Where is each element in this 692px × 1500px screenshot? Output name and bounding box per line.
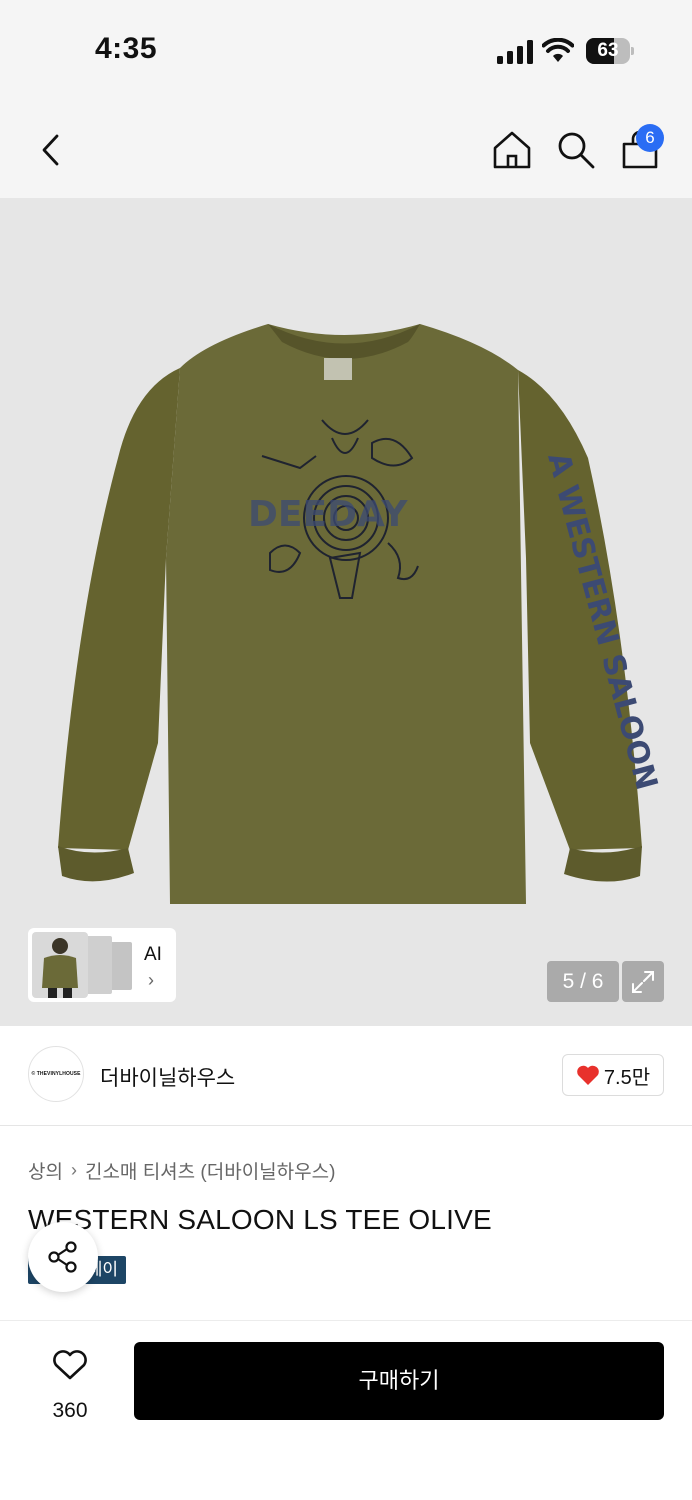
chest-print-text: DEEDAY — [248, 494, 408, 535]
breadcrumb: 상의 › 긴소매 티셔츠 (더바이닐하우스) — [28, 1157, 335, 1184]
battery-icon: 63 — [586, 38, 634, 64]
fullscreen-button[interactable] — [622, 961, 664, 1002]
status-bar: 4:35 63 — [0, 0, 692, 100]
search-icon[interactable] — [556, 130, 596, 170]
share-icon — [48, 1241, 77, 1273]
bottom-action-bar: 360 구매하기 — [0, 1320, 692, 1500]
chevron-right-icon: › — [148, 970, 154, 990]
status-time: 4:35 — [95, 32, 158, 65]
top-nav-bar — [0, 100, 692, 198]
battery-level: 63 — [597, 40, 619, 61]
back-button[interactable] — [30, 128, 70, 172]
ai-styling-thumbnail[interactable]: AI › — [28, 928, 176, 1002]
wishlist-button[interactable]: 360 — [30, 1345, 110, 1425]
thumbnail-1 — [32, 932, 88, 998]
expand-icon — [632, 970, 654, 993]
home-icon[interactable] — [492, 130, 532, 170]
brand-name[interactable]: 더바이닐하우스 — [100, 1062, 235, 1092]
heart-filled-icon — [577, 1065, 599, 1085]
wishlist-count: 360 — [52, 1399, 88, 1422]
product-image-gallery[interactable]: DEEDAY A WESTERN SALOON — [0, 198, 692, 1026]
cart-count-badge: 6 — [636, 124, 664, 152]
buy-button[interactable]: 구매하기 — [134, 1342, 664, 1420]
brand-like-count: 7.5만 — [603, 1066, 651, 1089]
product-photo: DEEDAY A WESTERN SALOON — [58, 324, 664, 904]
cellular-signal-icon — [497, 40, 533, 64]
breadcrumb-category[interactable]: 상의 — [28, 1157, 63, 1184]
breadcrumb-subcategory[interactable]: 긴소매 티셔츠 (더바이닐하우스) — [85, 1157, 335, 1184]
chevron-right-icon: › — [70, 1160, 77, 1180]
thumbnail-2 — [84, 936, 112, 994]
image-counter: 5 / 6 — [547, 961, 619, 1002]
heart-outline-icon — [53, 1350, 87, 1380]
brand-like-button[interactable]: 7.5만 — [562, 1054, 664, 1096]
brand-logo[interactable]: © THEVINYLHOUSE — [28, 1046, 84, 1102]
share-button[interactable] — [28, 1222, 98, 1292]
product-title: WESTERN SALOON LS TEE OLIVE — [28, 1204, 492, 1235]
brand-row[interactable]: © THEVINYLHOUSE 더바이닐하우스 7.5만 — [0, 1026, 692, 1126]
wifi-icon — [542, 38, 574, 62]
ai-label: AI — [144, 944, 162, 965]
back-icon — [42, 134, 59, 166]
